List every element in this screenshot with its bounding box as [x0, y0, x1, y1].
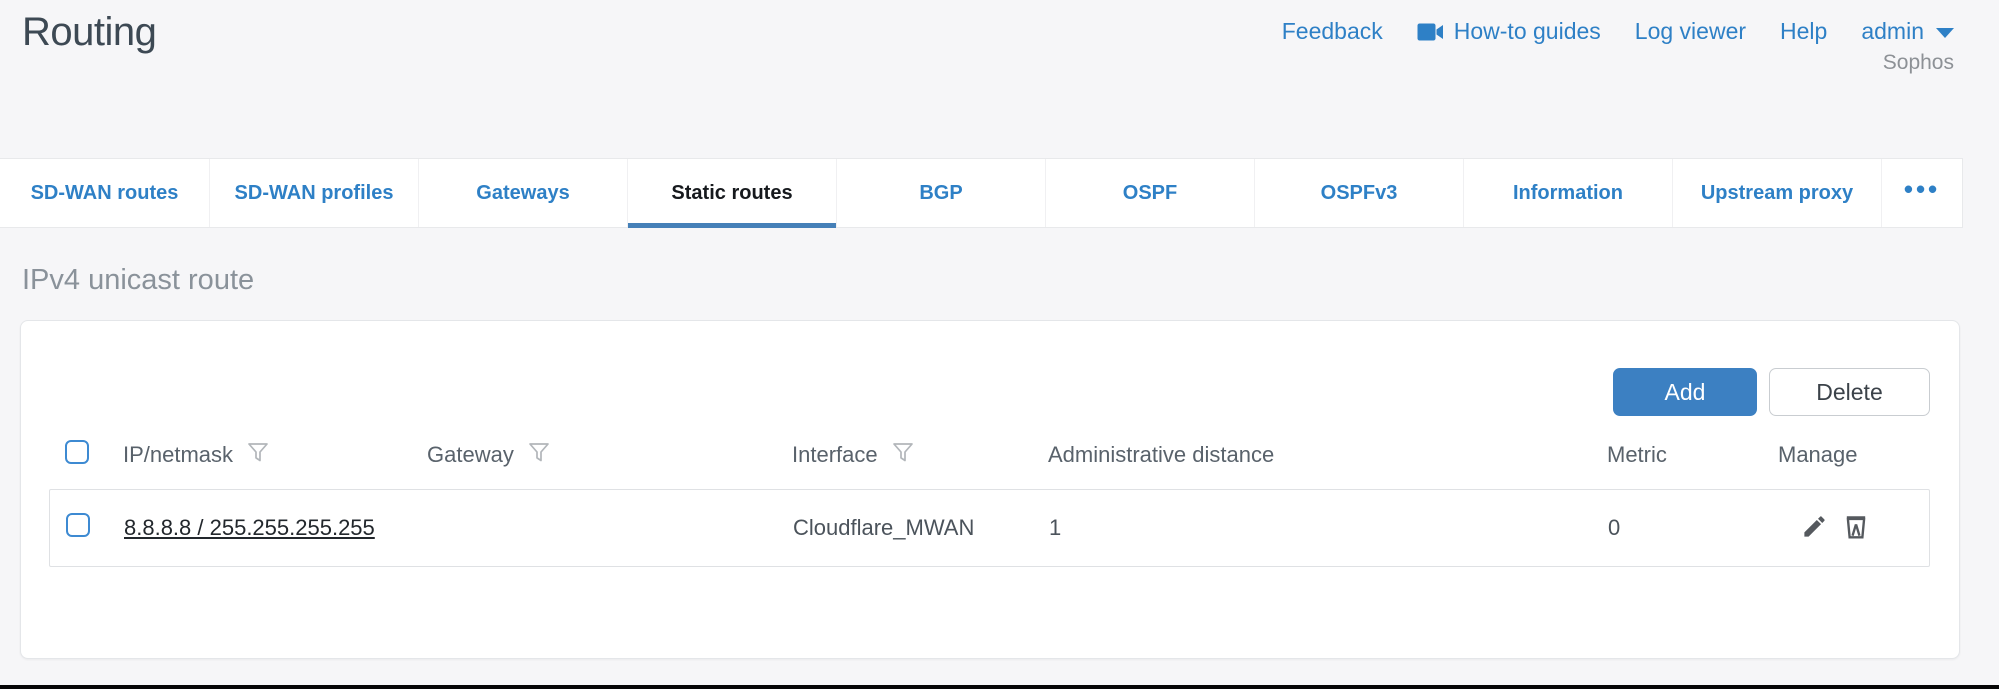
add-button[interactable]: Add — [1613, 368, 1757, 416]
column-header-interface: Interface — [792, 442, 1048, 469]
trash-icon — [1843, 513, 1869, 543]
admin-menu-label: admin — [1861, 18, 1924, 45]
pencil-icon — [1801, 513, 1828, 543]
edit-button[interactable] — [1801, 513, 1828, 543]
column-header-manage: Manage — [1778, 442, 1930, 468]
select-all-checkbox[interactable] — [65, 440, 89, 464]
column-header-metric-label: Metric — [1607, 442, 1667, 468]
filter-icon[interactable] — [892, 442, 914, 469]
column-header-manage-label: Manage — [1778, 442, 1858, 468]
row-checkbox-cell — [50, 513, 124, 543]
header-right: Feedback How-to guides Log viewer Help a… — [1282, 6, 1954, 75]
window-bottom-edge — [0, 685, 1999, 689]
route-link[interactable]: 8.8.8.8 / 255.255.255.255 — [124, 515, 375, 540]
header-nav: Feedback How-to guides Log viewer Help a… — [1282, 18, 1954, 45]
column-header-admin-distance: Administrative distance — [1048, 442, 1607, 468]
column-header-gateway: Gateway — [427, 442, 792, 469]
cell-ip-netmask: 8.8.8.8 / 255.255.255.255 — [124, 515, 428, 541]
filter-icon[interactable] — [528, 442, 550, 469]
tab-gateways[interactable]: Gateways — [418, 159, 627, 227]
account-name: Sophos — [1883, 51, 1954, 75]
tab-bgp[interactable]: BGP — [836, 159, 1045, 227]
table-header-row: IP/netmask Gateway Interface Administrat… — [49, 429, 1930, 481]
tab-upstream-proxy[interactable]: Upstream proxy — [1672, 159, 1881, 227]
column-header-metric: Metric — [1607, 442, 1778, 468]
tab-information[interactable]: Information — [1463, 159, 1672, 227]
filter-icon[interactable] — [247, 442, 269, 469]
log-viewer-link[interactable]: Log viewer — [1635, 18, 1746, 45]
table-actions: Add Delete — [21, 368, 1959, 416]
column-header-interface-label: Interface — [792, 442, 878, 468]
tab-bar: SD-WAN routes SD-WAN profiles Gateways S… — [0, 158, 1963, 228]
delete-button[interactable]: Delete — [1769, 368, 1930, 416]
routes-card: Add Delete IP/netmask Gateway Interface … — [20, 320, 1960, 659]
help-link[interactable]: Help — [1780, 18, 1827, 45]
cell-admin-distance: 1 — [1049, 515, 1608, 541]
more-tabs-button[interactable]: ••• — [1881, 159, 1962, 227]
delete-row-button[interactable] — [1843, 513, 1869, 543]
column-header-gateway-label: Gateway — [427, 442, 514, 468]
section-title: IPv4 unicast route — [22, 264, 1999, 297]
column-header-ip-netmask-label: IP/netmask — [123, 442, 233, 468]
more-tabs-icon: ••• — [1904, 176, 1940, 210]
column-header-ip-netmask: IP/netmask — [123, 442, 427, 469]
video-camera-icon — [1417, 22, 1444, 42]
header-checkbox-cell — [49, 440, 123, 470]
tab-ospfv3[interactable]: OSPFv3 — [1254, 159, 1463, 227]
page-title: Routing — [22, 6, 156, 58]
cell-metric: 0 — [1608, 515, 1779, 541]
tab-sd-wan-profiles[interactable]: SD-WAN profiles — [209, 159, 418, 227]
howto-guides-link[interactable]: How-to guides — [1417, 18, 1601, 45]
cell-manage — [1779, 513, 1931, 543]
column-header-admin-distance-label: Administrative distance — [1048, 442, 1274, 468]
caret-down-icon — [1936, 28, 1954, 38]
cell-interface: Cloudflare_MWAN — [793, 515, 1049, 541]
row-checkbox[interactable] — [66, 513, 90, 537]
admin-menu[interactable]: admin — [1861, 18, 1954, 45]
feedback-link[interactable]: Feedback — [1282, 18, 1383, 45]
top-header: Routing Feedback How-to guides Log viewe… — [0, 0, 1999, 158]
tab-sd-wan-routes[interactable]: SD-WAN routes — [0, 159, 209, 227]
tab-static-routes[interactable]: Static routes — [627, 159, 836, 227]
tab-ospf[interactable]: OSPF — [1045, 159, 1254, 227]
howto-guides-label: How-to guides — [1454, 18, 1601, 45]
table-row: 8.8.8.8 / 255.255.255.255 Cloudflare_MWA… — [49, 489, 1930, 567]
